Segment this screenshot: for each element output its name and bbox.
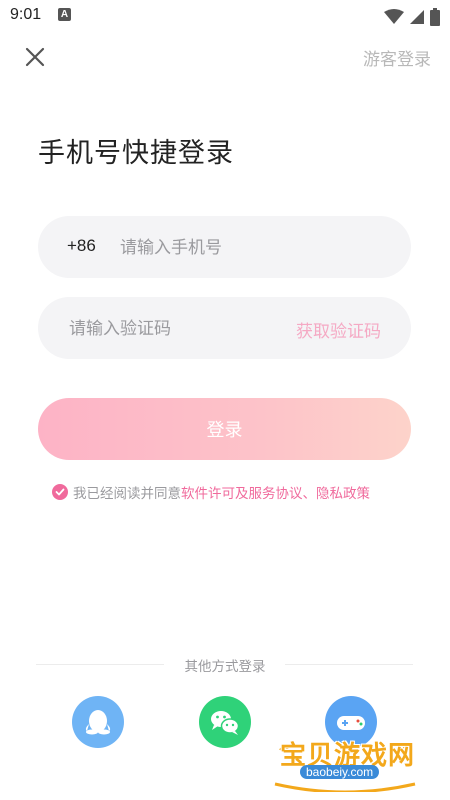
qq-login-button[interactable] [72,696,124,748]
agreement: 我已经阅读并同意 软件许可及服务协议、隐私政策 [52,482,370,502]
phone-input[interactable] [118,216,392,280]
signal-icon [409,9,424,24]
divider-right [285,664,413,665]
notification-icon: A [58,8,71,21]
agreement-checkbox[interactable] [52,484,68,500]
qq-icon [85,710,111,735]
wifi-icon [383,8,404,24]
login-button[interactable]: 登录 [38,398,411,460]
verification-code-field: 获取验证码 [38,297,411,361]
phone-field: +86 [38,216,411,280]
battery-icon [430,7,440,26]
close-button[interactable] [22,44,48,70]
page-title: 手机号快捷登录 [38,138,234,169]
get-code-button[interactable]: 获取验证码 [296,317,381,342]
guest-login-link[interactable]: 游客登录 [363,45,431,70]
check-icon [55,488,65,496]
agreement-link[interactable]: 软件许可及服务协议、隐私政策 [181,482,370,502]
watermark-url: baobeiy.com [300,765,380,779]
wechat-login-button[interactable] [199,696,251,748]
other-login-title: 其他方式登录 [184,659,266,675]
country-code[interactable]: +86 [67,236,96,256]
agreement-text: 我已经阅读并同意 [73,486,181,502]
close-icon [25,47,45,67]
status-icons [383,6,440,26]
wechat-icon [211,711,240,735]
verification-code-input[interactable] [67,297,291,361]
status-bar: 9:01 A [0,0,450,32]
status-time: 9:01 [10,6,42,23]
